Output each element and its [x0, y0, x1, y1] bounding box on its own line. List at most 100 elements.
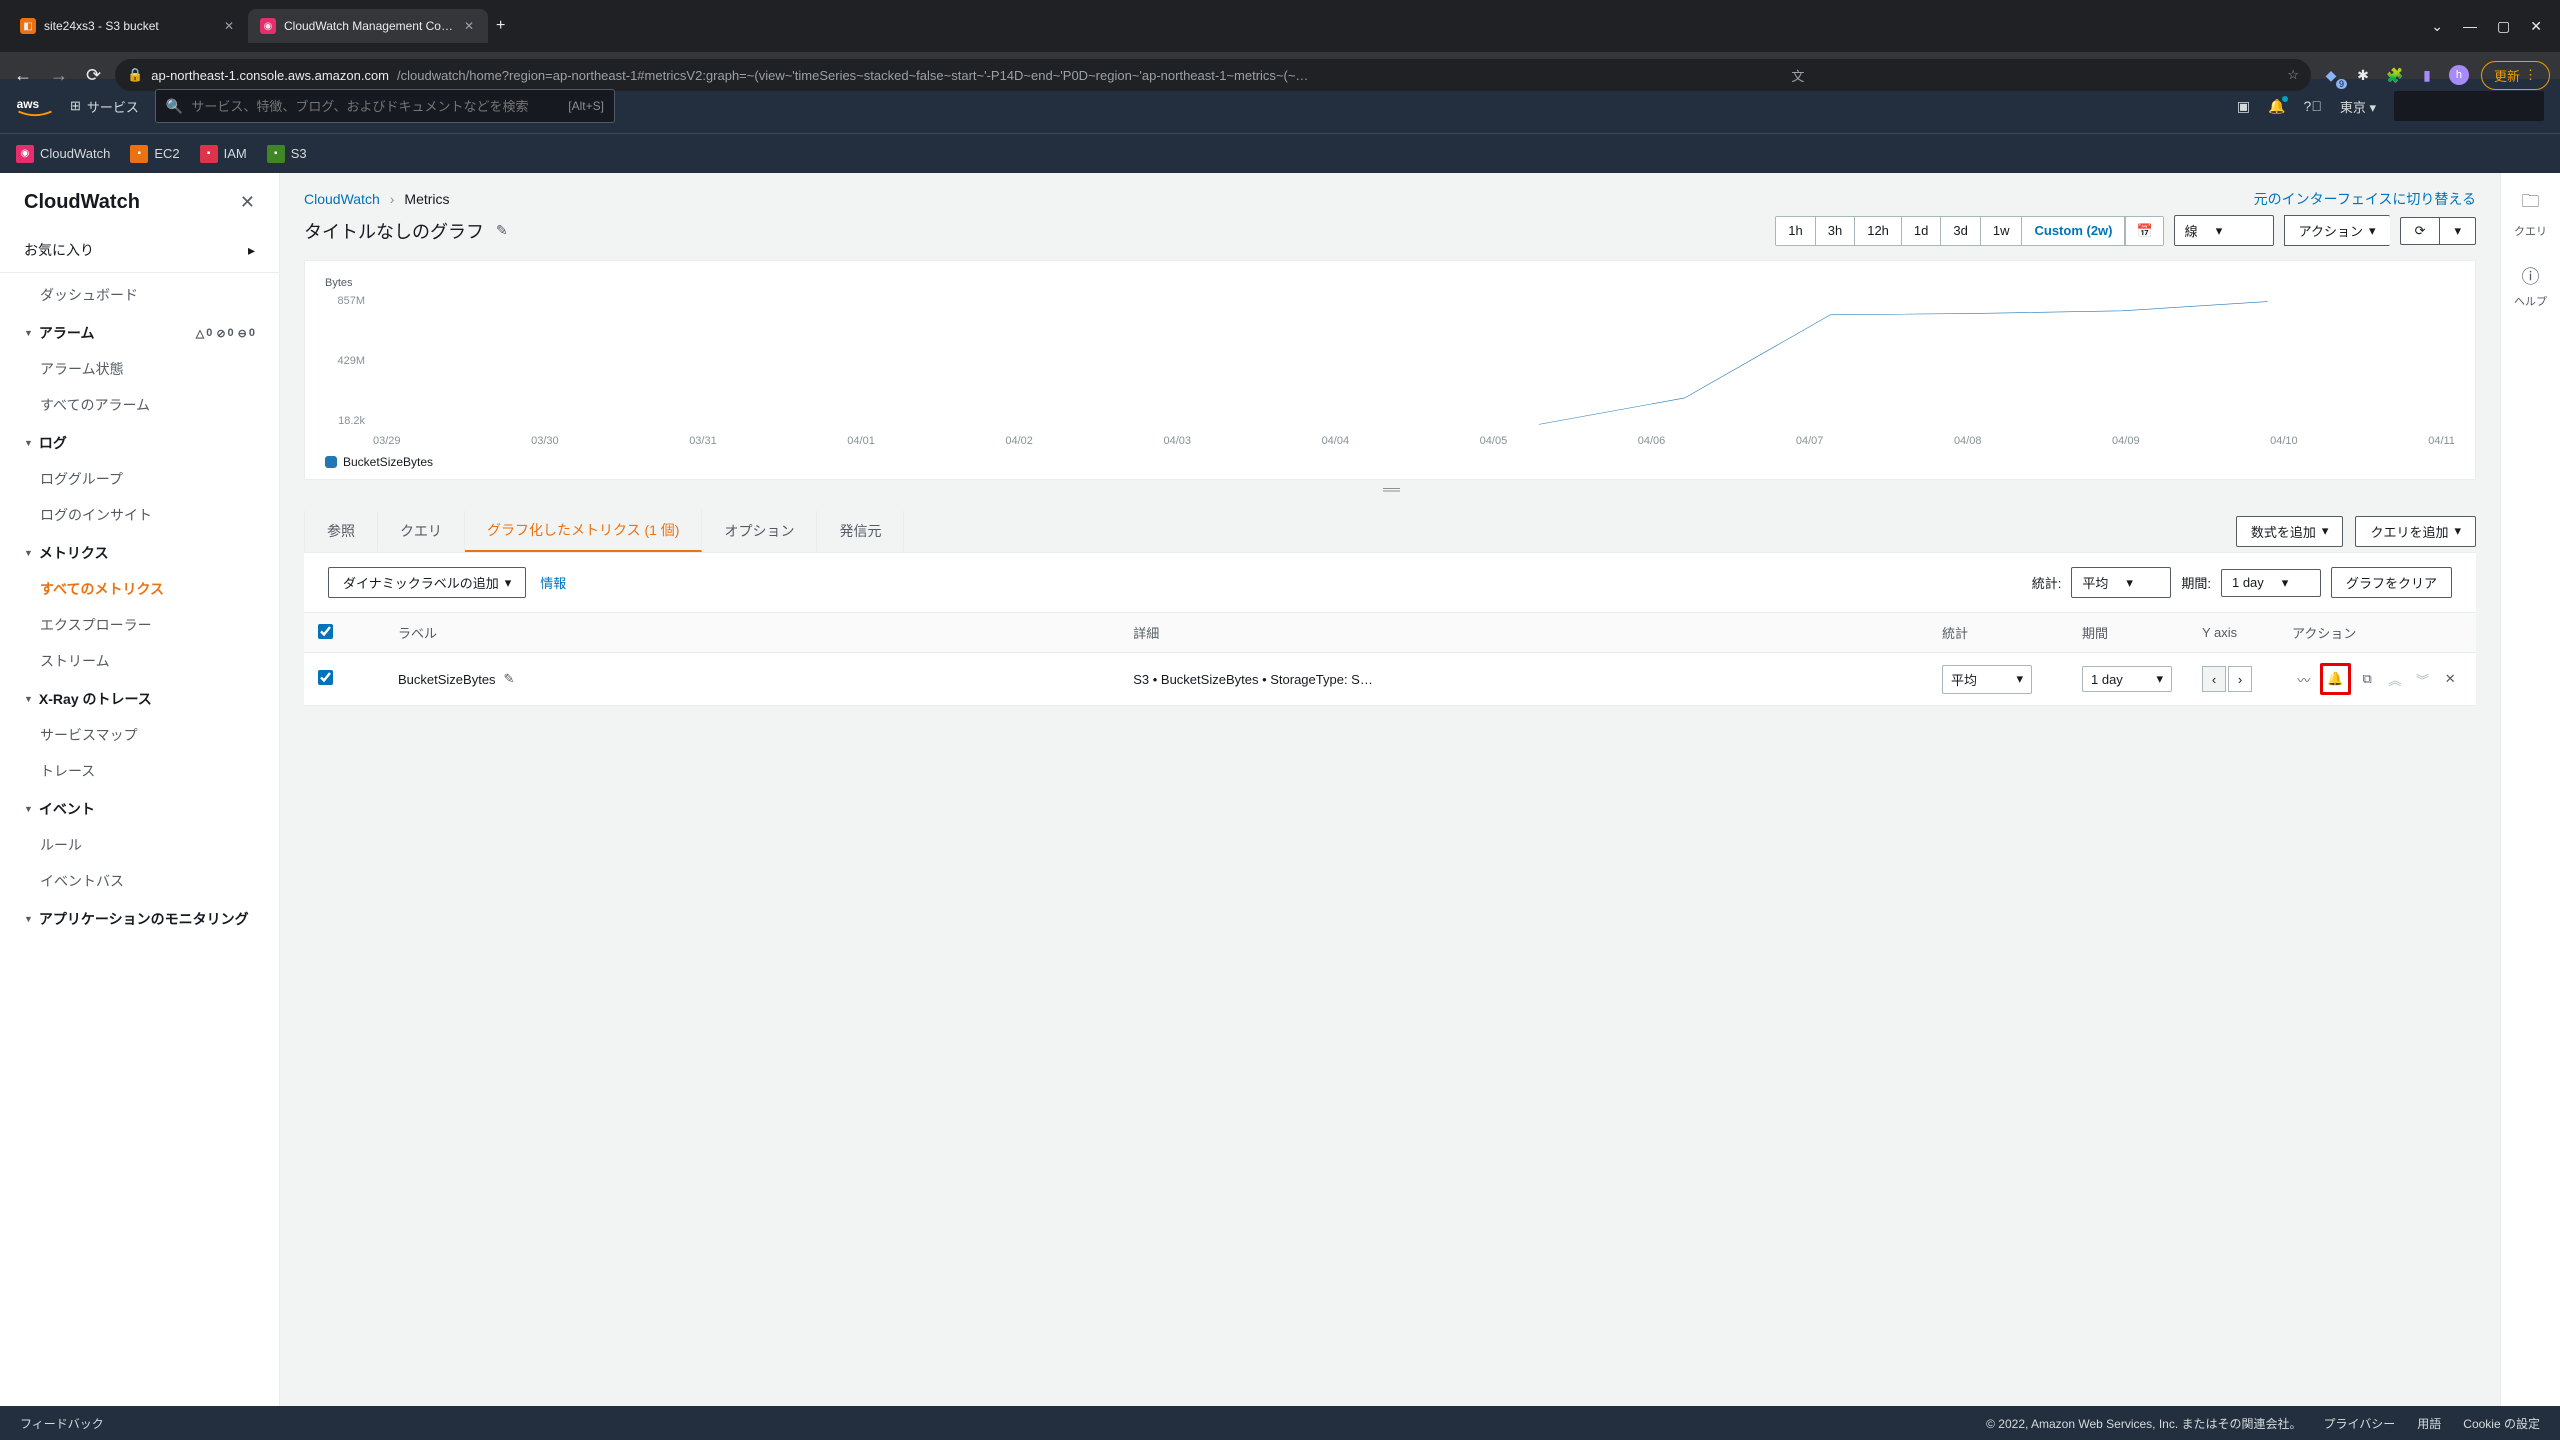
minimize-icon[interactable]: — [2463, 18, 2477, 35]
nav-iam[interactable]: ▪IAM [200, 145, 247, 163]
remove-icon[interactable]: ✕ [2438, 667, 2462, 691]
user-menu[interactable] [2394, 91, 2544, 121]
move-up-icon[interactable]: ︽ [2383, 667, 2407, 691]
notifications-icon[interactable]: 🔔 [2268, 98, 2285, 115]
copy-icon[interactable]: ⧉ [2355, 667, 2379, 691]
forward-icon[interactable]: → [46, 61, 72, 90]
sidebar-item-rules[interactable]: ルール [0, 827, 279, 863]
anomaly-icon[interactable]: 〰 [2292, 667, 2316, 691]
resize-handle[interactable]: ══ [280, 480, 2500, 498]
sidebar-item-alarm-state[interactable]: アラーム状態 [0, 351, 279, 387]
clear-graph-button[interactable]: グラフをクリア [2331, 567, 2452, 598]
cookie-link[interactable]: Cookie の設定 [2463, 1415, 2540, 1432]
sidebar-item-streams[interactable]: ストリーム [0, 643, 279, 679]
dynamic-label-button[interactable]: ダイナミックラベルの追加 ▾ [328, 567, 526, 598]
browser-tab-s3[interactable]: ◧ site24xs3 - S3 bucket ✕ [8, 9, 248, 43]
time-12h[interactable]: 12h [1855, 217, 1902, 245]
new-tab-button[interactable]: + [488, 9, 513, 43]
translate-icon[interactable]: 文 [1791, 66, 1804, 85]
time-1d[interactable]: 1d [1902, 217, 1941, 245]
select-all-checkbox[interactable] [318, 624, 333, 639]
region-selector[interactable]: 東京 ▾ [2340, 97, 2376, 116]
sidebar-section-app-monitoring[interactable]: アプリケーションのモニタリング [0, 899, 279, 937]
terms-link[interactable]: 用語 [2417, 1415, 2441, 1432]
cloudshell-icon[interactable]: ▣ [2237, 98, 2250, 115]
actions-button[interactable]: アクション ▾ [2284, 215, 2390, 246]
yaxis-left-button[interactable]: ‹ [2202, 666, 2226, 692]
services-button[interactable]: ⊞ サービス [70, 97, 139, 116]
period-dropdown[interactable]: 1 day▾ [2221, 569, 2321, 597]
row-checkbox[interactable] [318, 670, 333, 685]
close-icon[interactable]: ✕ [462, 17, 476, 35]
time-1w[interactable]: 1w [1981, 217, 2023, 245]
help-icon[interactable]: ?⃝ [2304, 98, 2322, 114]
privacy-link[interactable]: プライバシー [2324, 1415, 2396, 1432]
sidebar-section-xray[interactable]: X-Ray のトレース [0, 679, 279, 717]
aws-logo[interactable]: aws [16, 95, 54, 117]
tab-source[interactable]: 発信元 [817, 511, 904, 551]
extension-icon[interactable]: ▮ [2417, 65, 2437, 85]
profile-icon[interactable]: h [2449, 65, 2469, 85]
url-bar[interactable]: 🔒 ap-northeast-1.console.aws.amazon.com … [115, 59, 2311, 91]
sidebar-item-favorites[interactable]: お気に入り▸ [0, 232, 279, 268]
nav-ec2[interactable]: ▪EC2 [130, 145, 179, 163]
calendar-icon[interactable]: 📅 [2125, 217, 2162, 245]
row-stat-select[interactable]: 平均▾ [1942, 665, 2032, 694]
add-query-button[interactable]: クエリを追加 ▾ [2355, 516, 2476, 547]
close-icon[interactable]: ✕ [222, 17, 236, 35]
old-ui-link[interactable]: 元のインターフェイスに切り替える [2254, 189, 2476, 209]
sidebar-item-dashboard[interactable]: ダッシュボード [0, 277, 279, 313]
extension-icon[interactable]: ✱ [2353, 65, 2373, 85]
sidebar-item-all-metrics[interactable]: すべてのメトリクス [0, 571, 279, 607]
feedback-link[interactable]: フィードバック [20, 1415, 104, 1432]
browser-tab-cloudwatch[interactable]: ◉ CloudWatch Management Conso ✕ [248, 9, 488, 43]
row-period-select[interactable]: 1 day▾ [2082, 666, 2172, 692]
sidebar-item-event-bus[interactable]: イベントバス [0, 863, 279, 899]
add-math-button[interactable]: 数式を追加 ▾ [2236, 516, 2344, 547]
sidebar-section-alarms[interactable]: アラーム △0 ⊘0 ⊖0 [0, 313, 279, 351]
nav-cloudwatch[interactable]: ◉CloudWatch [16, 145, 110, 163]
time-1h[interactable]: 1h [1776, 217, 1815, 245]
yaxis-right-button[interactable]: › [2228, 666, 2252, 692]
sidebar-section-events[interactable]: イベント [0, 789, 279, 827]
bookmark-icon[interactable]: ☆ [2287, 67, 2299, 83]
right-tool-help[interactable]: ⓘ ヘルプ [2514, 263, 2547, 309]
maximize-icon[interactable]: ▢ [2497, 18, 2510, 35]
edit-icon[interactable]: ✎ [496, 222, 508, 239]
right-tool-query[interactable]: 🗀 クエリ [2514, 189, 2547, 239]
info-link[interactable]: 情報 [540, 573, 566, 592]
edit-icon[interactable]: ✎ [504, 671, 515, 687]
search-box[interactable]: 🔍 [Alt+S] [155, 89, 615, 123]
move-down-icon[interactable]: ︾ [2411, 667, 2435, 691]
chevron-down-icon[interactable]: ⌄ [2431, 18, 2443, 35]
sidebar-item-traces[interactable]: トレース [0, 753, 279, 789]
nav-s3[interactable]: ▪S3 [267, 145, 307, 163]
sidebar-item-log-insights[interactable]: ログのインサイト [0, 497, 279, 533]
chart-area[interactable]: Bytes 857M 429M 18.2k 03/2903/3003/31 04… [325, 277, 2455, 447]
breadcrumb-root[interactable]: CloudWatch [304, 191, 380, 207]
tab-browse[interactable]: 参照 [304, 511, 378, 551]
stat-dropdown[interactable]: 平均▾ [2071, 567, 2171, 598]
sidebar-section-logs[interactable]: ログ [0, 423, 279, 461]
sidebar-section-metrics[interactable]: メトリクス [0, 533, 279, 571]
sidebar-item-explorer[interactable]: エクスプローラー [0, 607, 279, 643]
close-window-icon[interactable]: ✕ [2530, 18, 2542, 35]
extension-icon[interactable]: ◆9 [2321, 65, 2341, 85]
refresh-dropdown[interactable]: ▾ [2439, 217, 2476, 245]
reload-icon[interactable]: ⟳ [82, 61, 105, 90]
search-input[interactable] [191, 99, 560, 114]
refresh-button[interactable]: ⟳ [2400, 217, 2440, 245]
tab-options[interactable]: オプション [702, 511, 817, 551]
update-button[interactable]: 更新 ⋮ [2481, 61, 2550, 90]
sidebar-item-service-map[interactable]: サービスマップ [0, 717, 279, 753]
sidebar-item-all-alarms[interactable]: すべてのアラーム [0, 387, 279, 423]
chart-type-dropdown[interactable]: 線▾ [2174, 215, 2274, 246]
create-alarm-icon[interactable]: 🔔 [2320, 663, 2352, 695]
back-icon[interactable]: ← [10, 61, 36, 90]
extensions-icon[interactable]: 🧩 [2385, 65, 2405, 85]
close-sidebar-icon[interactable]: ✕ [240, 192, 255, 213]
tab-graphed[interactable]: グラフ化したメトリクス (1 個) [465, 510, 702, 552]
sidebar-item-log-groups[interactable]: ロググループ [0, 461, 279, 497]
tab-query[interactable]: クエリ [378, 511, 465, 551]
time-custom[interactable]: Custom (2w) [2022, 217, 2125, 245]
